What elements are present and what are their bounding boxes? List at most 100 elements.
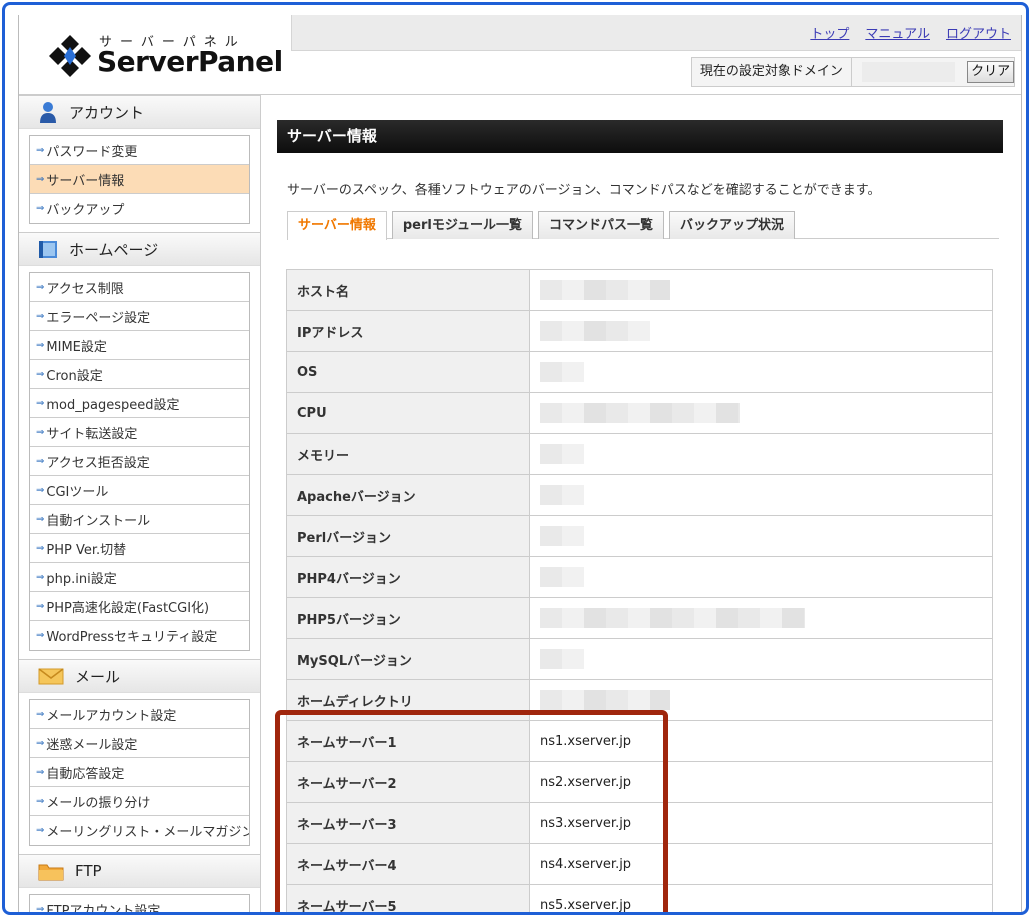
sidebar-item-cron[interactable]: ⇒ Cron設定 xyxy=(30,360,249,389)
domain-selector: 現在の設定対象ドメイン クリア xyxy=(691,57,1015,87)
sidebar-item-label: PHP高速化設定(FastCGI化) xyxy=(46,600,210,616)
top-link[interactable]: トップ xyxy=(810,23,849,42)
arrow-icon: ⇒ xyxy=(36,600,45,612)
sidebar-item-label: PHP Ver.切替 xyxy=(46,542,127,558)
manual-link[interactable]: マニュアル xyxy=(865,23,930,42)
sidebar-category-account: アカウント xyxy=(19,95,260,129)
tab-backup-status[interactable]: バックアップ状況 xyxy=(668,211,795,239)
arrow-icon: ⇒ xyxy=(36,766,45,778)
logo[interactable]: サーバーパネル ServerPanel xyxy=(19,15,289,95)
redacted-value xyxy=(540,403,740,423)
row-value: ns4.xserver.jp xyxy=(529,843,993,885)
table-row: メモリー xyxy=(286,433,993,475)
row-label: ネームサーバー5 xyxy=(286,884,530,912)
top-links: トップ マニュアル ログアウト xyxy=(810,23,1011,42)
table-row: PHP4バージョン xyxy=(286,556,993,598)
table-row: ホームディレクトリ xyxy=(286,679,993,721)
row-label: PHP5バージョン xyxy=(286,597,530,639)
sidebar-item-label: サーバー情報 xyxy=(46,173,125,189)
sidebar-item-spam[interactable]: ⇒ 迷惑メール設定 xyxy=(30,729,249,758)
arrow-icon: ⇒ xyxy=(36,708,45,720)
sidebar-item-auto-reply[interactable]: ⇒ 自動応答設定 xyxy=(30,758,249,787)
server-info-table: ホスト名 IPアドレス OS CPU メモリー Apacheバージョン Perl… xyxy=(286,269,993,912)
sidebar-item-backup[interactable]: ⇒ バックアップ xyxy=(30,194,249,223)
book-icon xyxy=(39,241,57,258)
folder-icon xyxy=(38,864,64,881)
table-row: IPアドレス xyxy=(286,310,993,352)
table-row: ホスト名 xyxy=(286,269,993,311)
sidebar-item-mailing-list[interactable]: ⇒ メーリングリスト・メールマガジン xyxy=(30,816,249,845)
sidebar-item-fastcgi[interactable]: ⇒ PHP高速化設定(FastCGI化) xyxy=(30,592,249,621)
sidebar-item-label: エラーページ設定 xyxy=(46,310,151,326)
sidebar-item-label: MIME設定 xyxy=(46,339,107,355)
row-label: ネームサーバー3 xyxy=(286,802,530,844)
row-label: MySQLバージョン xyxy=(286,638,530,680)
row-value xyxy=(529,679,993,721)
redacted-value xyxy=(540,526,584,546)
sidebar-item-label: WordPressセキュリティ設定 xyxy=(46,630,218,645)
sidebar-item-label: 迷惑メール設定 xyxy=(46,737,138,753)
table-row: ネームサーバー1 ns1.xserver.jp xyxy=(286,720,993,762)
sidebar-item-server-info[interactable]: ⇒ サーバー情報 xyxy=(30,165,249,194)
table-row: CPU xyxy=(286,392,993,434)
sidebar-item-ftp-account[interactable]: ⇒ FTPアカウント設定 xyxy=(30,895,249,915)
arrow-icon: ⇒ xyxy=(36,281,45,293)
panel: サーバーパネル ServerPanel トップ マニュアル ログアウト 現在の設… xyxy=(18,15,1022,915)
row-value: ns1.xserver.jp xyxy=(529,720,993,762)
sidebar-item-wp-security[interactable]: ⇒ WordPressセキュリティ設定 xyxy=(30,621,249,650)
sidebar-item-php-version[interactable]: ⇒ PHP Ver.切替 xyxy=(30,534,249,563)
table-row: ネームサーバー3 ns3.xserver.jp xyxy=(286,802,993,844)
sidebar-item-label: アクセス制限 xyxy=(46,281,124,297)
sidebar-item-mime[interactable]: ⇒ MIME設定 xyxy=(30,331,249,360)
sidebar-item-label: FTPアカウント設定 xyxy=(46,904,161,915)
tab-server-info[interactable]: サーバー情報 xyxy=(287,211,387,240)
tab-perl-modules[interactable]: perlモジュール一覧 xyxy=(391,211,533,239)
table-row: Perlバージョン xyxy=(286,515,993,557)
sidebar-item-password[interactable]: ⇒ パスワード変更 xyxy=(30,136,249,165)
sidebar-item-mail-account[interactable]: ⇒ メールアカウント設定 xyxy=(30,700,249,729)
sidebar-item-site-redirect[interactable]: ⇒ サイト転送設定 xyxy=(30,418,249,447)
sidebar-item-cgi-tools[interactable]: ⇒ CGIツール xyxy=(30,476,249,505)
sidebar-category-label: メール xyxy=(75,667,121,686)
sidebar-list-mail: ⇒ メールアカウント設定 ⇒ 迷惑メール設定 ⇒ 自動応答設定 ⇒ メールの振り分け ⇒… xyxy=(29,699,250,846)
sidebar-item-access-limit[interactable]: ⇒ アクセス制限 xyxy=(30,273,249,302)
arrow-icon: ⇒ xyxy=(36,397,45,409)
sidebar-item-pagespeed[interactable]: ⇒ mod_pagespeed設定 xyxy=(30,389,249,418)
sidebar-item-label: 自動インストール xyxy=(46,513,151,529)
sidebar-item-auto-install[interactable]: ⇒ 自動インストール xyxy=(30,505,249,534)
arrow-icon: ⇒ xyxy=(36,737,45,749)
table-row: Apacheバージョン xyxy=(286,474,993,516)
logout-link[interactable]: ログアウト xyxy=(946,23,1011,42)
row-value xyxy=(529,597,993,639)
sidebar-item-error-page[interactable]: ⇒ エラーページ設定 xyxy=(30,302,249,331)
user-icon xyxy=(40,102,56,123)
header: サーバーパネル ServerPanel トップ マニュアル ログアウト 現在の設… xyxy=(19,15,1021,95)
redacted-value xyxy=(540,444,584,464)
row-label: メモリー xyxy=(286,433,530,475)
sidebar-item-label: パスワード変更 xyxy=(46,144,138,160)
sidebar-item-access-deny[interactable]: ⇒ アクセス拒否設定 xyxy=(30,447,249,476)
sidebar-item-label: メールの振り分け xyxy=(46,795,151,811)
sidebar-item-mail-filter[interactable]: ⇒ メールの振り分け xyxy=(30,787,249,816)
page-title: サーバー情報 xyxy=(277,120,1003,153)
tab-command-paths[interactable]: コマンドパス一覧 xyxy=(537,211,664,239)
sidebar-item-label: CGIツール xyxy=(46,484,109,500)
row-label: ホームディレクトリ xyxy=(286,679,530,721)
table-row: ネームサーバー5 ns5.xserver.jp xyxy=(286,884,993,912)
arrow-icon: ⇒ xyxy=(36,144,45,156)
row-label: CPU xyxy=(286,392,530,434)
redacted-value xyxy=(540,362,584,382)
arrow-icon: ⇒ xyxy=(36,426,45,438)
clear-button[interactable]: クリア xyxy=(967,61,1014,83)
redacted-value xyxy=(540,608,805,628)
sidebar-item-php-ini[interactable]: ⇒ php.ini設定 xyxy=(30,563,249,592)
sidebar-list-ftp: ⇒ FTPアカウント設定 xyxy=(29,894,250,915)
redacted-value xyxy=(540,690,670,710)
arrow-icon: ⇒ xyxy=(36,630,45,641)
logo-name: ServerPanel xyxy=(97,45,283,78)
sidebar-category-ftp: FTP xyxy=(19,854,260,888)
row-value: ns5.xserver.jp xyxy=(529,884,993,912)
sidebar-category-homepage: ホームページ xyxy=(19,232,260,266)
sidebar: アカウント ⇒ パスワード変更 ⇒ サーバー情報 ⇒ バックアップ ホームページ ⇒ ア… xyxy=(19,95,261,915)
row-label: ネームサーバー2 xyxy=(286,761,530,803)
